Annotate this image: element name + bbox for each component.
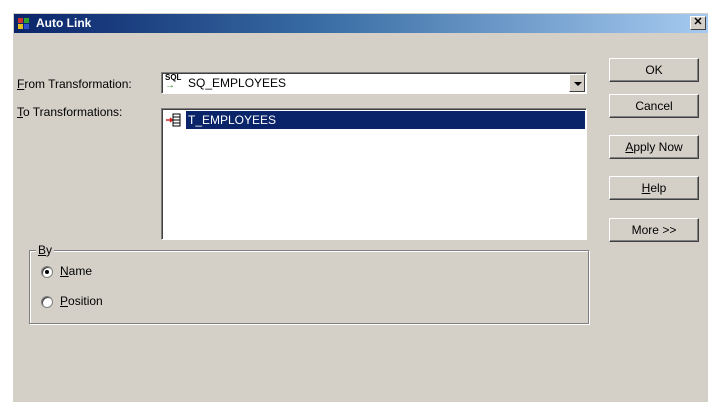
target-table-icon <box>166 113 181 127</box>
to-transformations-label: To Transformations: <box>17 105 123 119</box>
list-item[interactable]: T_EMPLOYEES <box>165 111 585 129</box>
position-radio[interactable] <box>41 296 53 308</box>
apply-now-button[interactable]: Apply Now <box>609 135 699 159</box>
app-icon <box>18 18 32 30</box>
from-transformation-value: SQ_EMPLOYEES <box>188 76 287 90</box>
by-group-legend: By <box>36 243 55 257</box>
cancel-button[interactable]: Cancel <box>609 94 699 118</box>
position-radio-label[interactable]: Position <box>60 294 103 308</box>
close-icon: ✕ <box>693 16 703 28</box>
auto-link-dialog: Auto Link ✕ From Transformation: SQL → SQ… <box>12 12 708 402</box>
sql-source-icon: SQL → <box>165 73 182 91</box>
ok-button[interactable]: OK <box>609 58 699 82</box>
list-item-label: T_EMPLOYEES <box>186 111 585 129</box>
window-title: Auto Link <box>36 16 92 30</box>
title-bar[interactable]: Auto Link ✕ <box>14 14 708 33</box>
name-radio-label[interactable]: Name <box>60 264 92 278</box>
help-button[interactable]: Help <box>609 176 699 200</box>
dropdown-button[interactable] <box>569 74 585 92</box>
from-transformation-label: From Transformation: <box>17 77 132 91</box>
to-transformations-list[interactable]: T_EMPLOYEES <box>161 108 587 240</box>
close-button[interactable]: ✕ <box>690 16 706 30</box>
from-transformation-select[interactable]: SQL → SQ_EMPLOYEES <box>161 72 587 94</box>
by-group <box>29 250 589 324</box>
more-button[interactable]: More >> <box>609 218 699 242</box>
name-radio[interactable] <box>41 266 53 278</box>
dropdown-arrow-icon <box>574 82 582 86</box>
